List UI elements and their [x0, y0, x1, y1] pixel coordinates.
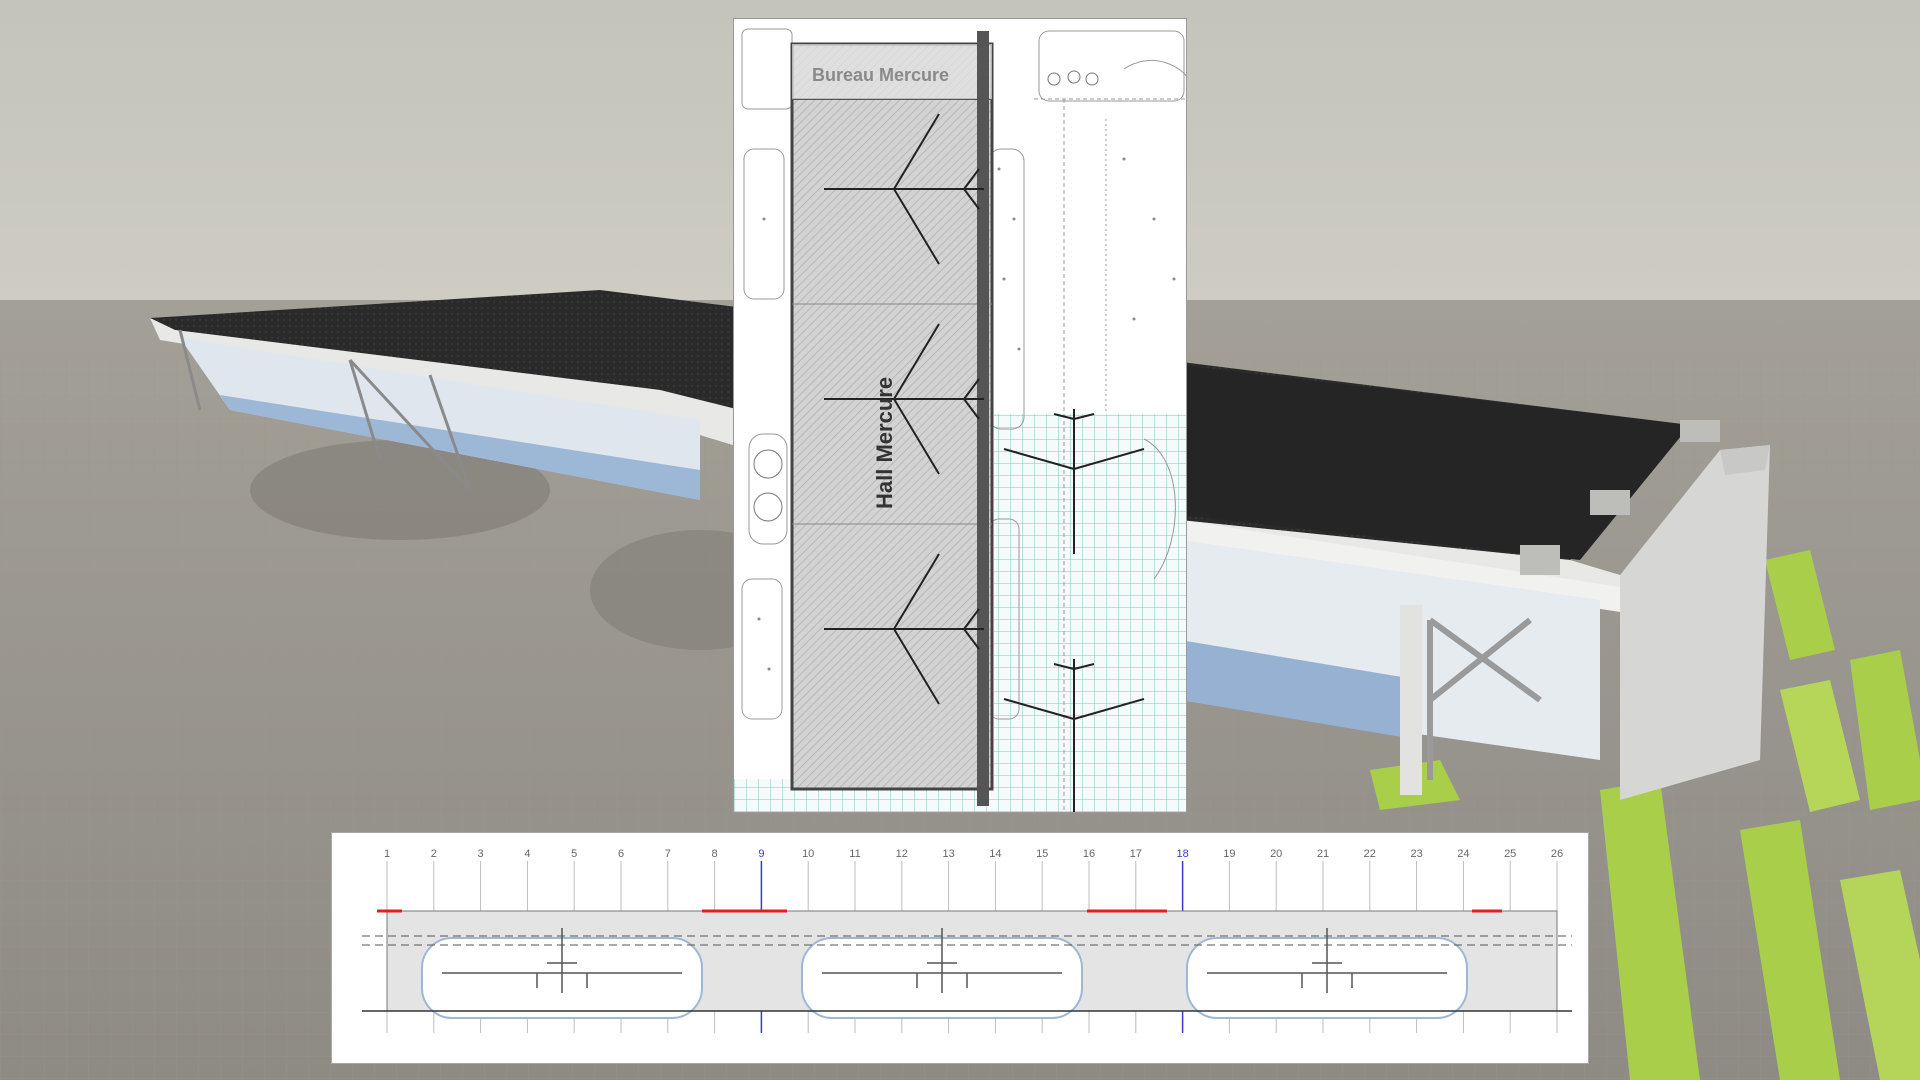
axis-label: 23: [1410, 848, 1422, 860]
apron-grid: [994, 414, 1186, 812]
axis-label: 20: [1270, 848, 1282, 860]
axis-label: 19: [1223, 848, 1235, 860]
hall-label: Hall Mercure: [872, 377, 897, 509]
axis-label: 2: [431, 848, 437, 860]
axis-label: 15: [1036, 848, 1048, 860]
axis-label: 14: [989, 848, 1001, 860]
axis-label: 10: [802, 848, 814, 860]
axis-label: 13: [942, 848, 954, 860]
axis-label: 17: [1130, 848, 1142, 860]
floor-plan-panel: Bureau Mercure Hall Mercure: [733, 18, 1187, 813]
axis-label: 22: [1364, 848, 1376, 860]
axis-label: 5: [571, 848, 577, 860]
axis-label: 12: [896, 848, 908, 860]
section-drawing: 1 2 3 4 5 6 7 8 9 10 11 12 13 14 15 16 17 18 19 20 21 22 23 24 2…: [362, 848, 1572, 1033]
office-label: Bureau Mercure: [812, 65, 949, 85]
axis-label: 24: [1457, 848, 1469, 860]
axis-label: 6: [618, 848, 624, 860]
axis-label: 9: [758, 848, 764, 860]
axis-label: 25: [1504, 848, 1516, 860]
axis-label: 26: [1551, 848, 1563, 860]
axis-label: 18: [1176, 848, 1188, 860]
axis-label: 11: [849, 848, 860, 860]
axis-label: 7: [665, 848, 671, 860]
axis-label: 8: [712, 848, 718, 860]
hangar-section: [362, 909, 1572, 1019]
axis-label: 4: [524, 848, 530, 860]
floor-plan-drawing: Bureau Mercure Hall Mercure: [734, 28, 1186, 812]
axis-label: 3: [478, 848, 484, 860]
axis-label: 21: [1317, 848, 1329, 860]
axis-label: 1: [384, 848, 390, 860]
axis-label: 16: [1083, 848, 1095, 860]
section-drawing-panel: 1 2 3 4 5 6 7 8 9 10 11 12 13 14 15 16 17 18 19 20 21 22 23 24 2…: [331, 832, 1589, 1064]
